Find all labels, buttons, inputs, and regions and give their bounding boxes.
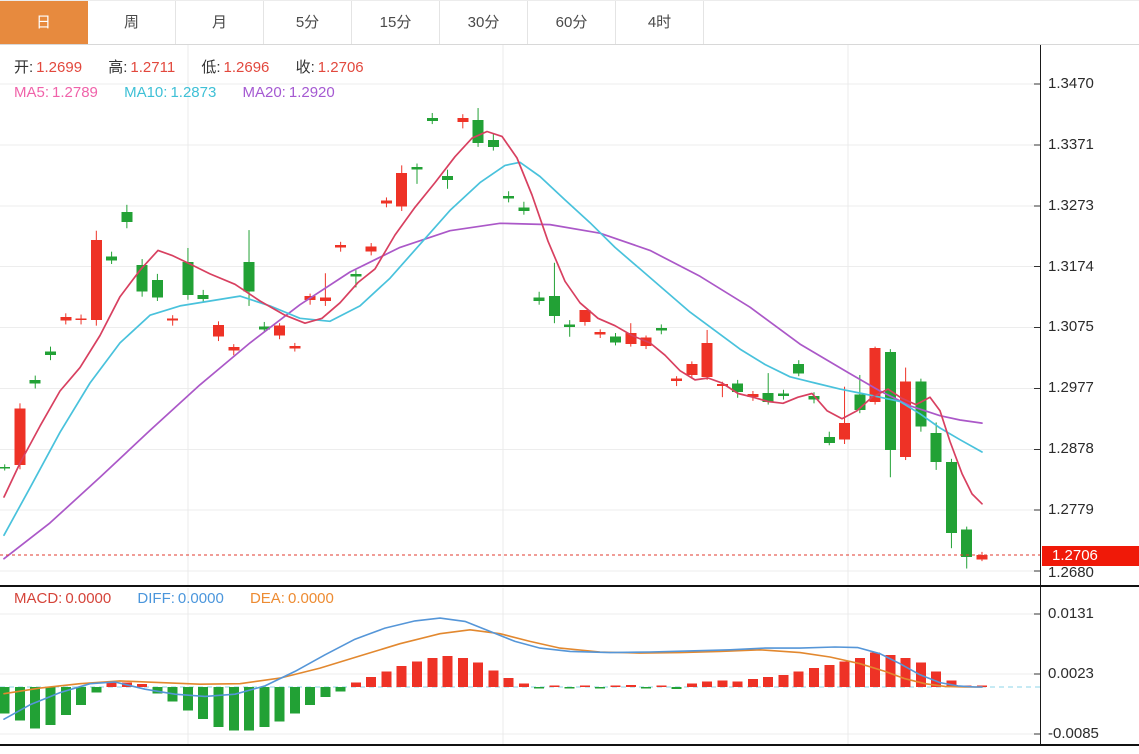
tab-60min[interactable]: 60分	[528, 1, 616, 44]
tab-month[interactable]: 月	[176, 1, 264, 44]
tab-5min[interactable]: 5分	[264, 1, 352, 44]
candlestick-macd-chart	[0, 44, 1139, 746]
trading-chart-app: 日 周 月 5分 15分 30分 60分 4时 开: 1.2699 高: 1.271…	[0, 0, 1139, 754]
chart-canvas[interactable]	[0, 0, 1139, 754]
tab-30min[interactable]: 30分	[440, 1, 528, 44]
tab-week[interactable]: 周	[88, 1, 176, 44]
timeframe-tabbar: 日 周 月 5分 15分 30分 60分 4时	[0, 0, 1139, 45]
tab-day[interactable]: 日	[0, 1, 88, 44]
tab-4hour[interactable]: 4时	[616, 1, 704, 44]
tab-15min[interactable]: 15分	[352, 1, 440, 44]
